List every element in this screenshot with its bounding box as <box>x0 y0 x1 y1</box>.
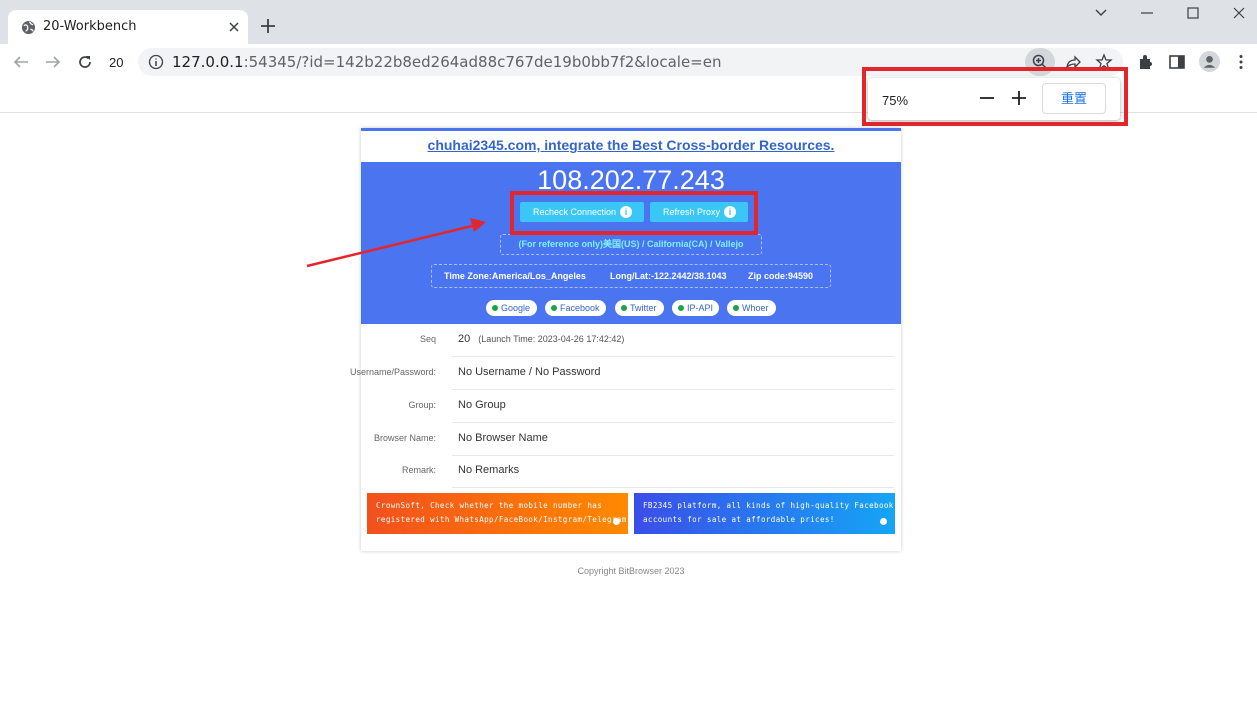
url-host: 127.0.0.1 <box>172 53 244 71</box>
new-tab-icon[interactable] <box>259 17 277 35</box>
row-label: Seq <box>419 334 436 344</box>
row-divider <box>452 487 894 488</box>
banner-text: FB2345 platform, all kinds of high-quali… <box>643 501 894 524</box>
side-panel-icon[interactable] <box>1168 53 1186 71</box>
extensions-puzzle-icon[interactable] <box>1137 53 1155 71</box>
minimize-icon[interactable] <box>1136 4 1158 22</box>
banner-arrow-icon <box>613 518 620 525</box>
profile-avatar-icon[interactable] <box>1199 51 1220 72</box>
link-twitter[interactable]: Twitter <box>615 300 664 316</box>
status-dot <box>551 305 557 311</box>
close-tab-icon[interactable] <box>226 19 242 35</box>
forward-icon[interactable] <box>44 53 62 71</box>
globe-icon <box>21 20 36 35</box>
link-google[interactable]: Google <box>486 300 537 316</box>
copyright: Copyright BitBrowser 2023 <box>577 566 685 576</box>
status-dot <box>492 305 498 311</box>
row-username-password: Username/Password: No Username / No Pass… <box>350 357 901 390</box>
link-label: IP-API <box>687 303 714 313</box>
row-group: Group: No Group <box>361 390 901 423</box>
location-info: (For reference only)美国(US) / California(… <box>500 234 762 255</box>
toolbar-seq-label: 20 <box>109 55 124 70</box>
seq-value: 20 <box>458 333 471 345</box>
link-facebook[interactable]: Facebook <box>545 300 606 316</box>
row-value: No Remarks <box>458 464 520 476</box>
row-seq: Seq 20 (Launch Time: 2023-04-26 17:42:42) <box>361 324 901 357</box>
row-value: No Group <box>458 399 506 411</box>
url-text[interactable]: 127.0.0.1:54345/?id=142b22b8ed264ad88c76… <box>172 53 721 71</box>
more-menu-icon[interactable] <box>1232 53 1250 71</box>
maximize-icon[interactable] <box>1182 4 1204 22</box>
status-dot <box>733 305 739 311</box>
row-label: Remark: <box>401 465 436 475</box>
banner-fb2345[interactable]: FB2345 platform, all kinds of high-quali… <box>634 493 895 534</box>
banner-text: CrownSoft, Check whether the mobile numb… <box>376 501 627 524</box>
tab-search-chevron-icon[interactable] <box>1090 4 1112 22</box>
link-label: Facebook <box>560 303 600 313</box>
url-path: :54345/?id=142b22b8ed264ad88c767de19b0bb… <box>243 53 722 71</box>
row-browser-name: Browser Name: No Browser Name <box>361 423 901 456</box>
link-label: Twitter <box>630 303 657 313</box>
launch-time: (Launch Time: 2023-04-26 17:42:42) <box>478 334 625 344</box>
row-label: Username/Password: <box>349 367 436 377</box>
long-lat: Long/Lat:-122.2442/38.1043 <box>610 271 727 281</box>
annotation-arrow-icon <box>306 218 486 268</box>
row-label: Group: <box>408 400 436 410</box>
zip-code: Zip code:94590 <box>748 271 814 281</box>
card-accent-line <box>361 128 901 131</box>
close-window-icon[interactable] <box>1228 4 1250 22</box>
browser-tab[interactable]: 20-Workbench <box>8 10 248 44</box>
banner-crownsoft[interactable]: CrownSoft, Check whether the mobile numb… <box>367 493 628 534</box>
ad-link[interactable]: chuhai2345.com, integrate the Best Cross… <box>361 137 901 153</box>
status-dot <box>621 305 627 311</box>
row-value: No Username / No Password <box>458 366 601 378</box>
tab-strip: 20-Workbench <box>0 0 1257 44</box>
link-label: Google <box>501 303 531 313</box>
row-label: Browser Name: <box>373 433 436 443</box>
row-value: No Browser Name <box>458 432 548 444</box>
link-ip-api[interactable]: IP-API <box>672 300 719 316</box>
row-remark: Remark: No Remarks <box>361 455 901 488</box>
banner-arrow-icon <box>880 518 887 525</box>
status-dot <box>678 305 684 311</box>
annotation-box-zoom <box>862 67 1128 126</box>
tab-title: 20-Workbench <box>43 19 137 34</box>
reload-icon[interactable] <box>76 53 94 71</box>
link-label: Whoer <box>742 303 769 313</box>
link-whoer[interactable]: Whoer <box>727 300 776 316</box>
row-value: 20 (Launch Time: 2023-04-26 17:42:42) <box>458 333 624 345</box>
check-links: Google Facebook Twitter IP-API Whoer <box>361 300 901 316</box>
back-icon[interactable] <box>12 53 30 71</box>
annotation-box-buttons <box>510 191 758 235</box>
site-info-icon[interactable] <box>148 54 164 70</box>
